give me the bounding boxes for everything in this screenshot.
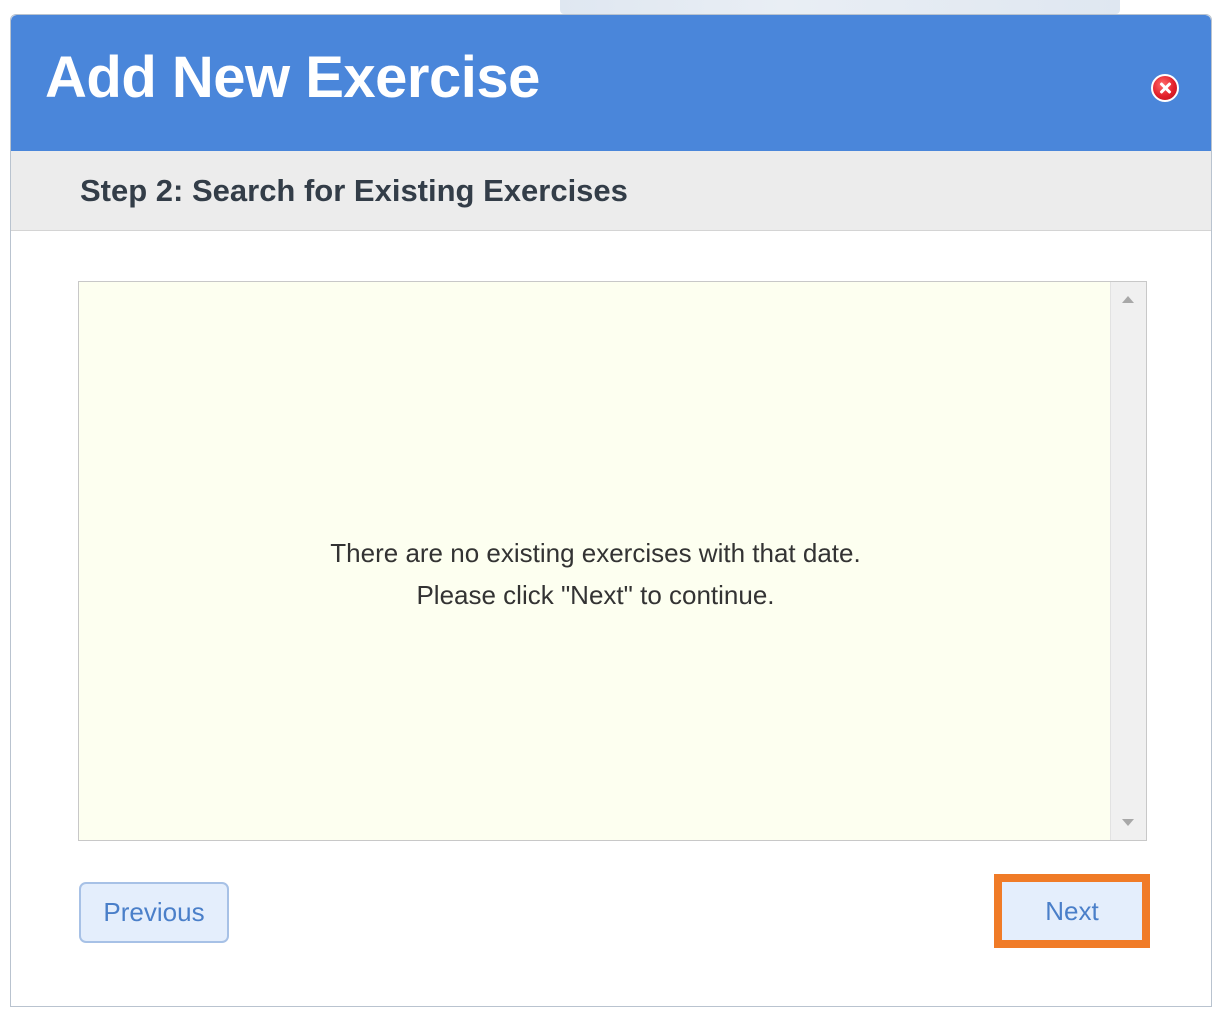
scroll-down-arrow-icon[interactable] [1122, 819, 1134, 826]
next-button[interactable]: Next [994, 874, 1150, 948]
results-scrollbar[interactable] [1110, 282, 1146, 840]
scroll-up-arrow-icon[interactable] [1122, 296, 1134, 303]
previous-button[interactable]: Previous [79, 882, 229, 943]
empty-results-message: There are no existing exercises with tha… [79, 532, 1112, 616]
step-title: Step 2: Search for Existing Exercises [80, 173, 628, 208]
background-window-strip [560, 0, 1120, 14]
close-icon[interactable] [1151, 74, 1179, 102]
dialog-titlebar: Add New Exercise [11, 15, 1211, 151]
step-header: Step 2: Search for Existing Exercises [11, 151, 1211, 231]
empty-results-line-1: There are no existing exercises with tha… [330, 538, 861, 568]
dialog-title: Add New Exercise [45, 45, 540, 110]
empty-results-line-2: Please click "Next" to continue. [416, 580, 775, 610]
add-new-exercise-dialog: Add New Exercise Step 2: Search for Exis… [10, 14, 1212, 1007]
results-panel: There are no existing exercises with tha… [78, 281, 1147, 841]
